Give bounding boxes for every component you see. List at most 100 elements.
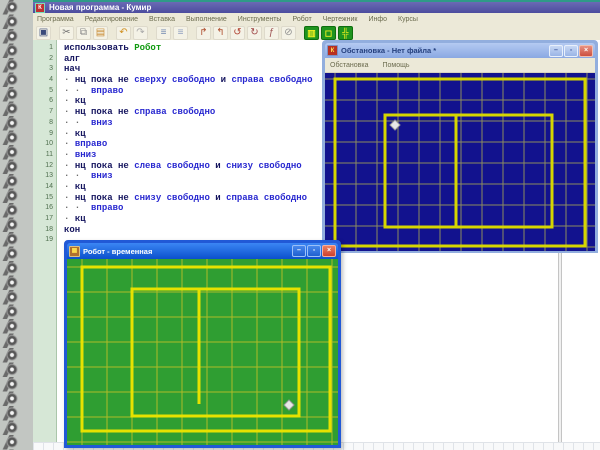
environment-window[interactable]: К Обстановка - Нет файла * –▫× Обстановк… — [322, 40, 598, 253]
robot-name-token: Робот — [134, 43, 161, 53]
environment-minimize-button[interactable]: – — [549, 45, 563, 57]
keyword-token: кц — [75, 182, 86, 192]
run-icon[interactable]: ↱ — [196, 26, 211, 40]
run-icon-glyph: ↱ — [199, 28, 207, 38]
line-number: 7 — [33, 107, 57, 118]
cut-icon[interactable]: ✂ — [59, 26, 74, 40]
undo-icon[interactable]: ↶ — [116, 26, 131, 40]
cut-icon-glyph: ✂ — [62, 28, 70, 38]
save-icon-glyph: ▣ — [39, 28, 48, 38]
app-title: Новая программа - Кумир — [49, 3, 151, 12]
save-icon[interactable]: ▣ — [36, 26, 51, 40]
menu-item-6[interactable]: Чертежник — [323, 16, 358, 23]
environment-menu-item-0[interactable]: Обстановка — [330, 62, 368, 69]
kumir-app-icon: К — [35, 3, 45, 13]
step-over-icon-glyph: ↺ — [233, 28, 241, 38]
line-text: использовать Робот — [57, 43, 161, 54]
main-toolbar: ▣ ✂ ⧉▤ ↶ ↷ ≡≡ ↱ ↰ ↺ ↻ƒ ⊘ ▥ ◻ ╬ — [33, 26, 600, 41]
robot-window-title-bar[interactable]: ▦ Робот - временная –▫× — [67, 243, 338, 259]
robot-window-toggle-icon[interactable]: ◻ — [321, 26, 336, 40]
environment-menu-item-1[interactable]: Помощь — [382, 62, 409, 69]
line-text: · · вниз — [57, 118, 113, 129]
redo-icon[interactable]: ↷ — [133, 26, 148, 40]
line-text: · кц — [57, 96, 86, 107]
environment-maximize-button[interactable]: ▫ — [564, 45, 578, 57]
keyword-token: нц пока не — [75, 75, 134, 85]
undo-icon-glyph: ↶ — [119, 28, 127, 38]
robot-close-button[interactable]: × — [322, 245, 336, 257]
copy-icon[interactable]: ⧉ — [76, 26, 91, 40]
robot-maximize-button[interactable]: ▫ — [307, 245, 321, 257]
keyword-token: кон — [64, 225, 80, 235]
spiral-binding — [0, 0, 35, 450]
text-block-icon[interactable]: ≡ — [173, 26, 188, 40]
line-text: · кц — [57, 214, 86, 225]
indent-dot: · — [64, 129, 75, 139]
indent-dot: · · — [64, 171, 91, 181]
indent-dot: · · — [64, 203, 91, 213]
environment-close-button[interactable]: × — [579, 45, 593, 57]
robot-window-title: Робот - временная — [83, 247, 291, 256]
paste-icon[interactable]: ▤ — [93, 26, 108, 40]
line-text: · нц пока не справа свободно — [57, 107, 215, 118]
keyword-token: алг — [64, 54, 80, 64]
line-number: 17 — [33, 214, 57, 225]
insert-text-icon[interactable]: ≡ — [156, 26, 171, 40]
menu-item-3[interactable]: Выполнение — [186, 16, 227, 23]
line-number: 4 — [33, 75, 57, 86]
name-token: вниз — [91, 118, 113, 128]
name-token: справа свободно — [231, 75, 312, 85]
main-title-bar[interactable]: К Новая программа - Кумир — [33, 2, 600, 13]
indent-dot: · · — [64, 86, 91, 96]
name-token: справа свободно — [226, 193, 307, 203]
keyword-token: и — [215, 193, 226, 203]
robot-minimize-button[interactable]: – — [292, 245, 306, 257]
keyword-token: кц — [75, 96, 86, 106]
line-number: 3 — [33, 64, 57, 75]
step-into-icon[interactable]: ↻ — [247, 26, 262, 40]
line-number: 5 — [33, 86, 57, 97]
line-number: 12 — [33, 161, 57, 172]
environment-window-menu: Обстановка Помощь — [325, 58, 595, 73]
robot-field-window-icon[interactable]: ▥ — [304, 26, 319, 40]
menu-item-2[interactable]: Вставка — [149, 16, 175, 23]
line-text: · вниз — [57, 150, 96, 161]
name-token: сверху свободно — [134, 75, 220, 85]
line-text: · нц пока не снизу свободно и справа сво… — [57, 193, 307, 204]
line-number: 19 — [33, 235, 57, 246]
stop-icon-glyph: ⊘ — [284, 28, 292, 38]
line-number: 11 — [33, 150, 57, 161]
step-over-icon[interactable]: ↺ — [230, 26, 245, 40]
name-token: вниз — [75, 150, 97, 160]
menu-item-5[interactable]: Робот — [292, 16, 311, 23]
indent-dot: · — [64, 107, 75, 117]
run-step-icon-glyph: ↰ — [216, 28, 224, 38]
name-token: снизу свободно — [134, 193, 215, 203]
robot-grid-window-icon[interactable]: ╬ — [338, 26, 353, 40]
indent-dot: · — [64, 161, 75, 171]
robot-grid-window-icon-glyph: ╬ — [342, 29, 348, 38]
menu-item-4[interactable]: Инструменты — [238, 16, 282, 23]
environment-field-grid[interactable] — [325, 73, 595, 251]
line-text: · · вправо — [57, 86, 123, 97]
menu-item-0[interactable]: Программа — [37, 16, 74, 23]
line-number: 1 — [33, 43, 57, 54]
menu-item-1[interactable]: Редактирование — [85, 16, 138, 23]
indent-dot: · · — [64, 118, 91, 128]
stop-icon[interactable]: ⊘ — [281, 26, 296, 40]
keyword-token: кц — [75, 129, 86, 139]
environment-window-title-bar[interactable]: К Обстановка - Нет файла * –▫× — [325, 43, 595, 58]
menu-bar: Программа Редактирование Вставка Выполнение… — [33, 13, 600, 27]
run-step-icon[interactable]: ↰ — [213, 26, 228, 40]
menu-item-8[interactable]: Курсы — [398, 16, 418, 23]
line-text: нач — [57, 64, 80, 75]
function-icon[interactable]: ƒ — [264, 26, 279, 40]
name-token: вправо — [91, 203, 123, 213]
robot-field-grid[interactable] — [67, 259, 338, 445]
menu-item-7[interactable]: Инфо — [368, 16, 387, 23]
robot-window[interactable]: ▦ Робот - временная –▫× — [64, 240, 341, 448]
name-token: слева свободно — [134, 161, 215, 171]
kumir-application: К Новая программа - Кумир Программа Редак… — [0, 0, 600, 450]
line-number: 14 — [33, 182, 57, 193]
robot-field-window-icon-glyph: ▥ — [307, 29, 316, 38]
